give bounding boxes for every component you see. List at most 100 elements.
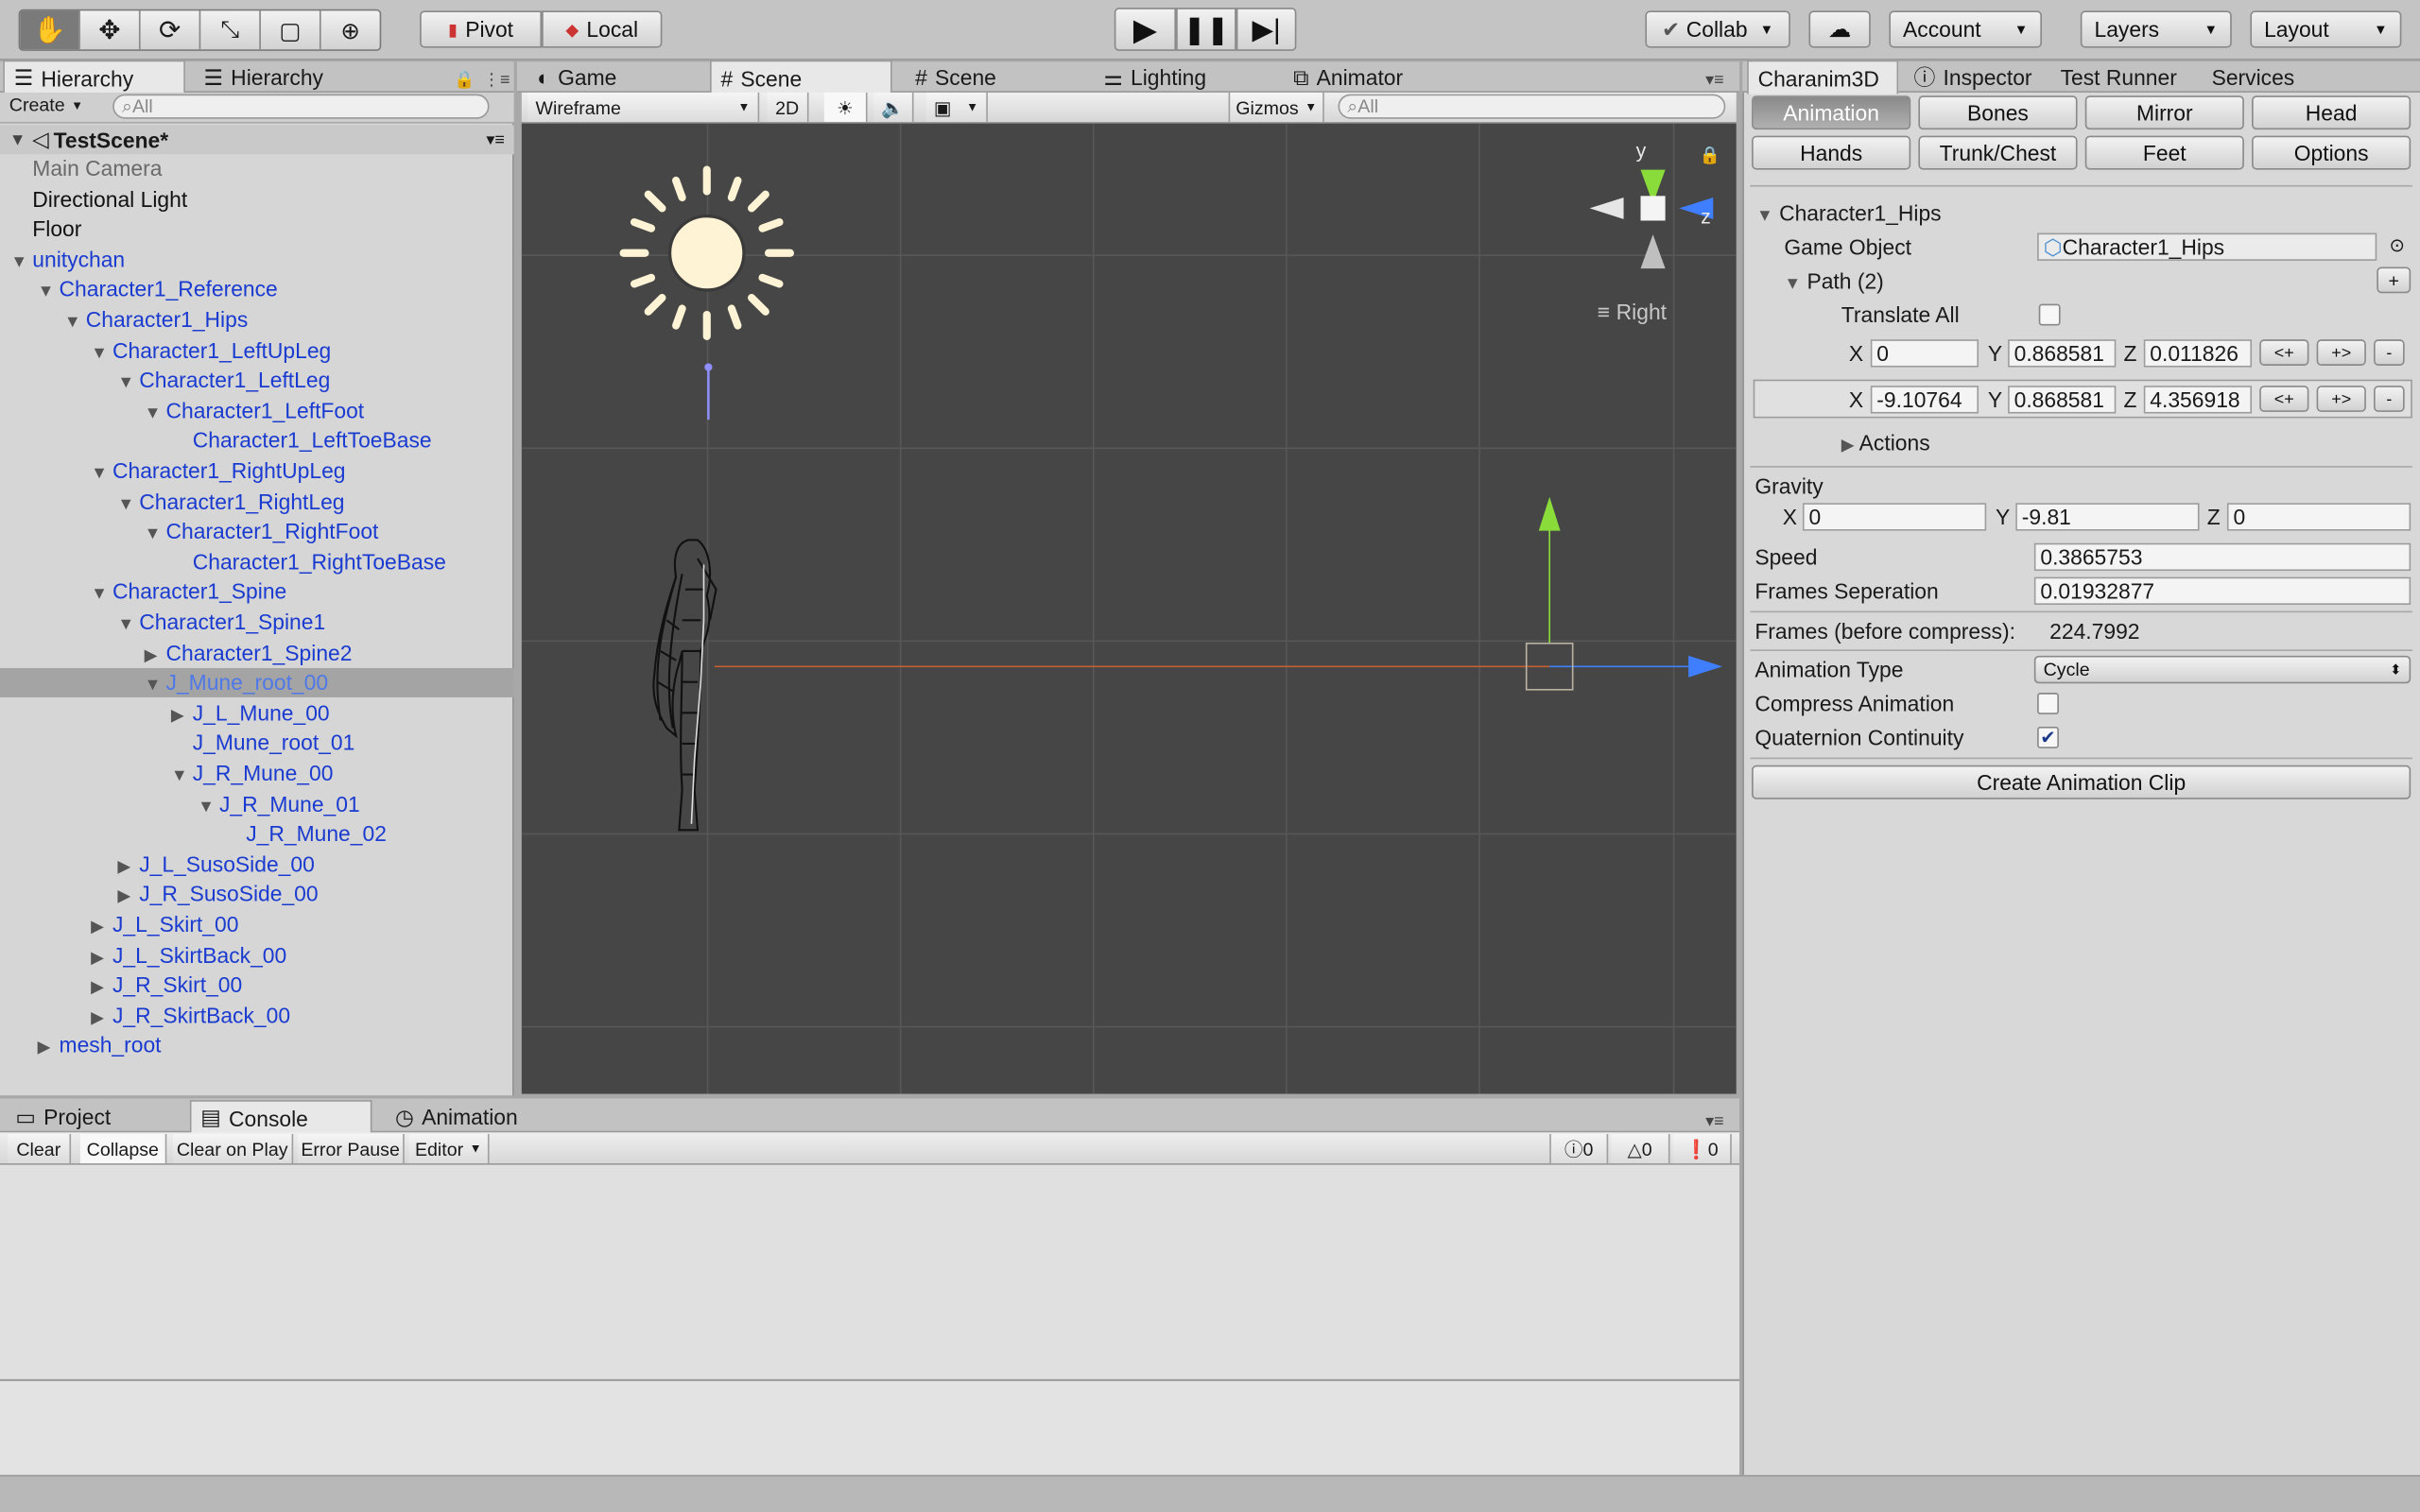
tab-scene-1[interactable]: # Scene [710,60,892,94]
pause-button[interactable]: ❚❚ [1176,8,1236,51]
expand-arrow-icon[interactable]: ▼ [9,130,26,149]
insert-after-button[interactable]: +> [2316,386,2366,412]
tab-hierarchy-2[interactable]: ☰ Hierarchy [195,60,333,94]
hierarchy-item[interactable]: ▶ J_R_SusoSide_00 [117,882,318,906]
hierarchy-item[interactable]: ▼ Character1_RightFoot [145,519,379,543]
expand-arrow-icon[interactable]: ▼ [64,313,86,332]
path1-y-field[interactable]: 0.868581 [2008,339,2117,368]
account-dropdown[interactable]: Account ▼ [1889,10,2042,48]
actions-foldout[interactable]: ▶ Actions [1841,431,1930,455]
scene-menu-icon[interactable]: ▾≡ [486,129,505,150]
gravity-y-field[interactable]: -9.81 [2015,503,2200,531]
mirror-section-button[interactable]: Mirror [2084,95,2244,130]
step-button[interactable]: ▶| [1236,8,1297,51]
remove-point-button[interactable]: - [2374,339,2405,366]
tab-hierarchy-1[interactable]: ☰ Hierarchy [3,60,185,94]
editor-dropdown[interactable]: Editor ▼ [408,1133,490,1164]
transform-tool-icon[interactable]: ⊕ [319,10,380,50]
scene-lock-icon[interactable]: 🔒 [1700,145,1720,165]
hierarchy-item[interactable]: J_Mune_root_01 [171,730,355,755]
expand-arrow-icon[interactable]: ▼ [38,283,60,301]
clear-on-play-button[interactable]: Clear on Play [172,1133,294,1164]
tab-lighting[interactable]: ⚌ Lighting [1095,60,1216,94]
expand-arrow-icon[interactable]: ▼ [10,252,32,271]
hierarchy-item[interactable]: ▶ J_L_Skirt_00 [91,912,238,936]
toggle-2d-button[interactable]: 2D [767,92,809,122]
audio-toggle-icon[interactable]: 🔈 [873,92,914,122]
hierarchy-item[interactable]: ▼ Character1_LeftUpLeg [91,337,331,362]
bone-foldout[interactable]: ▼ Character1_Hips [1756,200,1942,225]
speed-field[interactable]: 0.3865753 [2033,542,2411,572]
hierarchy-item[interactable]: ▼ J_R_Mune_01 [198,791,360,816]
hierarchy-item[interactable]: ▼ Character1_Spine [91,579,286,604]
hierarchy-item[interactable]: ▼ Character1_RightLeg [117,489,344,513]
hierarchy-item[interactable]: ▶ J_R_Skirt_00 [91,972,242,997]
expand-arrow-icon[interactable]: ▶ [91,1007,112,1027]
translate-all-checkbox[interactable] [2038,303,2061,326]
layout-dropdown[interactable]: Layout ▼ [2250,10,2402,48]
scene-root-row[interactable]: ▼ ◁ TestScene* ▾≡ [0,125,514,155]
path2-z-field[interactable]: 4.356918 [2143,386,2253,414]
expand-arrow-icon[interactable]: ▶ [91,947,112,967]
scene-search-input[interactable]: ⌕All [1338,94,1726,119]
add-path-button[interactable]: + [2377,266,2411,294]
hierarchy-item[interactable]: ▶ Character1_Spine2 [145,640,353,664]
panel-menu-icon[interactable]: ▾≡ [1705,1111,1724,1131]
effects-toggle-icon[interactable]: ▣ ▼ [925,92,988,122]
expand-arrow-icon[interactable]: ▼ [91,585,112,604]
hierarchy-item[interactable]: ▼ unitychan [10,247,125,271]
create-animation-clip-button[interactable]: Create Animation Clip [1752,765,2411,799]
expand-arrow-icon[interactable]: ▶ [117,856,139,876]
panel-menu-icon[interactable]: ▾≡ [1705,69,1724,90]
local-button[interactable]: ◆ Local [542,10,663,48]
tab-game[interactable]: ◐ Game [527,60,626,94]
expand-arrow-icon[interactable]: ▶ [91,977,112,997]
hierarchy-item[interactable]: ▶ J_L_SkirtBack_00 [91,942,286,967]
path-foldout[interactable]: ▼ Path (2) [1784,268,1883,293]
warn-count-toggle[interactable]: △ 0 [1611,1133,1670,1164]
info-count-toggle[interactable]: ⓘ 0 [1549,1133,1609,1164]
expand-arrow-icon[interactable]: ▼ [91,464,112,483]
hierarchy-item[interactable]: ▼ J_R_Mune_00 [171,761,334,785]
trunk-chest-section-button[interactable]: Trunk/Chest [1918,135,2078,170]
hierarchy-item[interactable]: Character1_LeftToeBase [171,428,432,453]
expand-arrow-icon[interactable]: ▶ [171,705,193,725]
lighting-toggle-icon[interactable]: ☀ [823,92,868,122]
rect-tool-icon[interactable]: ▢ [259,10,320,50]
hierarchy-item[interactable]: ▼ Character1_LeftLeg [117,368,330,392]
rotate-tool-icon[interactable]: ⟳ [138,10,199,50]
hand-tool-icon[interactable]: ✋ [20,10,79,50]
hierarchy-item[interactable]: ▼ Character1_Hips [64,307,248,332]
path2-x-field[interactable]: -9.10764 [1870,386,1979,414]
scene-viewport[interactable]: y z 🔒 ≡ Right [521,123,1737,1094]
expand-arrow-icon[interactable]: ▶ [91,917,112,936]
expand-arrow-icon[interactable]: ▼ [117,373,139,392]
hierarchy-item[interactable]: Floor [10,216,81,241]
pivot-button[interactable]: ▮ Pivot [420,10,543,48]
move-gizmo[interactable] [522,124,1737,1094]
tab-inspector[interactable]: ⓘ Inspector [1905,60,2042,94]
tab-test-runner[interactable]: Test Runner [2051,60,2187,94]
path1-z-field[interactable]: 0.011826 [2143,339,2253,368]
console-log-area[interactable] [0,1166,1739,1380]
expand-arrow-icon[interactable]: ▼ [117,494,139,513]
compress-animation-checkbox[interactable] [2037,693,2059,714]
tab-animation[interactable]: ◷ Animation [386,1100,527,1134]
gravity-z-field[interactable]: 0 [2226,503,2411,531]
animation-type-dropdown[interactable]: Cycle ⬍ [2033,655,2411,684]
hierarchy-item[interactable]: Main Camera [10,156,162,180]
bones-section-button[interactable]: Bones [1918,95,2078,130]
remove-point-button[interactable]: - [2374,386,2405,412]
lock-icon[interactable]: 🔒 [454,69,475,90]
gravity-x-field[interactable]: 0 [1802,503,1987,531]
error-pause-button[interactable]: Error Pause [298,1133,405,1164]
tab-charanim3d[interactable]: Charanim3D [1747,60,1899,94]
create-dropdown[interactable]: Create ▼ [9,94,83,116]
frames-separation-field[interactable]: 0.01932877 [2033,576,2411,605]
hierarchy-item[interactable]: ▼ Character1_RightUpLeg [91,458,345,483]
feet-section-button[interactable]: Feet [2084,135,2244,170]
insert-before-button[interactable]: <+ [2259,339,2309,366]
cloud-button[interactable]: ☁ [1808,10,1871,48]
hierarchy-item[interactable]: ▶ J_L_Mune_00 [171,700,330,725]
hierarchy-item[interactable]: ▶ J_L_SusoSide_00 [117,851,314,876]
